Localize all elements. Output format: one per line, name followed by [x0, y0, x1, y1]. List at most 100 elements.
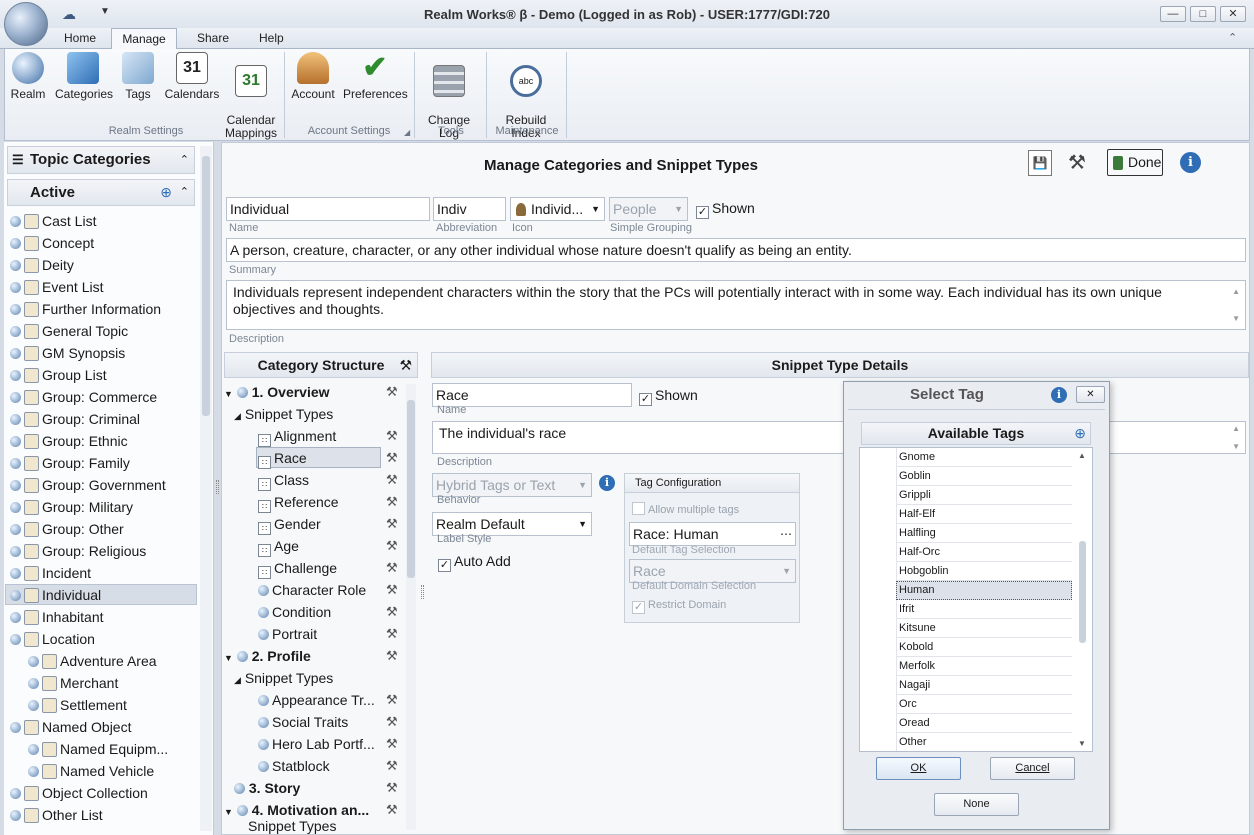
tools-icon[interactable]: ⚒ — [386, 428, 398, 444]
category-item[interactable]: Group List — [10, 364, 107, 386]
snippet-item[interactable]: ∷ Challenge — [258, 557, 337, 579]
snippet-item[interactable]: ∷ Age — [258, 535, 299, 557]
snippet-item[interactable]: Condition — [258, 601, 331, 623]
category-item[interactable]: Group: Commerce — [10, 386, 157, 408]
expand-arrow-icon[interactable]: ▼ — [224, 389, 233, 399]
scroll-up-icon[interactable]: ▲ — [1232, 424, 1240, 433]
tools-icon[interactable]: ⚒ — [386, 494, 398, 510]
tag-item[interactable]: Ifrit — [896, 600, 1072, 619]
expand-arrow-icon[interactable]: ▼ — [224, 807, 233, 817]
collapse-arrow-icon[interactable]: ◢ — [234, 675, 241, 685]
scrollbar-thumb[interactable] — [1079, 541, 1086, 643]
tools-icon[interactable]: ⚒ — [386, 582, 398, 598]
tools-icon[interactable]: ⚒ — [386, 736, 398, 752]
tag-item[interactable]: Grippli — [896, 486, 1072, 505]
snippet-item[interactable]: ∷ Gender — [258, 513, 321, 535]
change-log-button[interactable]: Change Log — [422, 52, 476, 140]
category-item[interactable]: Inhabitant — [10, 606, 104, 628]
add-circle-icon[interactable]: ⊕ — [160, 180, 172, 205]
auto-add-checkbox[interactable]: ✓ Auto Add — [438, 553, 511, 572]
shown-checkbox[interactable]: ✓ Shown — [696, 200, 755, 219]
tag-item[interactable]: Half-Elf — [896, 505, 1072, 524]
category-item[interactable]: Concept — [10, 232, 94, 254]
snippet-item[interactable]: Character Role — [258, 579, 366, 601]
category-item[interactable]: Further Information — [10, 298, 161, 320]
ellipsis-icon[interactable]: ⋯ — [780, 523, 792, 545]
category-item[interactable]: Event List — [10, 276, 103, 298]
ok-button[interactable]: OK — [876, 757, 961, 780]
minimize-icon[interactable]: — — [1160, 6, 1186, 22]
icon-select[interactable]: Individ... ▼ — [510, 197, 605, 221]
tag-item[interactable]: Orc — [896, 695, 1072, 714]
category-item[interactable]: Group: Ethnic — [10, 430, 128, 452]
scroll-up-icon[interactable]: ▲ — [1078, 451, 1086, 460]
tools-icon[interactable]: ⚒ — [386, 802, 398, 818]
section-item[interactable]: 3. Story — [234, 777, 300, 799]
scroll-up-icon[interactable]: ▲ — [1232, 283, 1240, 300]
category-item[interactable]: Other List — [10, 804, 103, 826]
collapse-arrow-icon[interactable]: ◢ — [234, 411, 241, 421]
dialog-launcher-icon[interactable]: ◢ — [404, 128, 410, 137]
calendars-button[interactable]: 31 Calendars — [164, 52, 220, 118]
snippet-item[interactable]: Hero Lab Portf... — [258, 733, 375, 755]
collapse-ribbon-icon[interactable]: ⌃ — [1228, 31, 1237, 44]
scroll-down-icon[interactable]: ▼ — [1232, 442, 1240, 451]
summary-input[interactable]: A person, creature, character, or any ot… — [226, 238, 1246, 262]
expand-arrow-icon[interactable]: ▼ — [224, 653, 233, 663]
tab-help[interactable]: Help — [259, 31, 284, 49]
tag-item[interactable]: Oread — [896, 714, 1072, 733]
snippet-item[interactable]: Social Traits — [258, 711, 348, 733]
snippet-description-textarea-end[interactable]: ▲ ▼ — [1110, 421, 1246, 454]
tag-list-scrollbar[interactable]: ▲ ▼ — [1075, 449, 1091, 750]
tag-item[interactable]: Nagaji — [896, 676, 1072, 695]
tools-icon[interactable]: ⚒ — [386, 516, 398, 532]
snippet-item[interactable]: ∷ Reference — [258, 491, 339, 513]
realm-button[interactable]: Realm — [8, 52, 48, 118]
maximize-icon[interactable]: □ — [1190, 6, 1216, 22]
tools-icon[interactable]: ⚒ — [386, 538, 398, 554]
tools-icon[interactable]: ⚒ — [386, 560, 398, 576]
snippet-item[interactable]: ∷ Alignment — [258, 425, 336, 447]
section-item[interactable]: ▼ 2. Profile — [224, 645, 311, 667]
category-item[interactable]: Group: Military — [10, 496, 133, 518]
tag-item[interactable]: Hobgoblin — [896, 562, 1072, 581]
splitter-handle[interactable] — [216, 480, 219, 494]
categories-button[interactable]: Categories — [55, 52, 113, 118]
name-input[interactable]: Individual — [226, 197, 430, 221]
info-icon[interactable]: i — [1180, 152, 1201, 173]
tools-icon[interactable]: ⚒ — [386, 626, 398, 642]
tools-icon[interactable]: ⚒ — [386, 472, 398, 488]
chevron-up-icon[interactable]: ⌃ — [180, 147, 189, 173]
rebuild-index-button[interactable]: abc Rebuild Index — [496, 52, 556, 140]
structure-scrollbar[interactable] — [406, 384, 416, 830]
tools-icon[interactable]: ⚒ — [386, 714, 398, 730]
tools-icon[interactable]: ⚒ — [386, 450, 398, 466]
tools-icon[interactable]: ⚒ — [386, 384, 398, 400]
category-item[interactable]: Group: Religious — [10, 540, 146, 562]
account-button[interactable]: Account — [290, 52, 336, 118]
tools-icon[interactable]: ⚒ — [399, 353, 412, 377]
category-item-selected[interactable]: Individual — [10, 584, 101, 606]
app-menu-orb[interactable] — [4, 2, 48, 46]
tag-item[interactable]: Half-Orc — [896, 543, 1072, 562]
category-item[interactable]: Settlement — [28, 694, 127, 716]
tools-icon[interactable]: ⚒ — [386, 758, 398, 774]
snippet-item[interactable]: Appearance Tr... — [258, 689, 375, 711]
none-button[interactable]: None — [934, 793, 1019, 816]
tab-home[interactable]: Home — [64, 31, 96, 49]
description-textarea[interactable]: Individuals represent independent charac… — [226, 280, 1246, 330]
category-item[interactable]: Deity — [10, 254, 74, 276]
snippet-description-textarea[interactable]: The individual's race — [432, 421, 844, 454]
tag-item-selected[interactable]: Human — [896, 581, 1072, 600]
calendar-mappings-button[interactable]: 31 Calendar Mappings — [222, 52, 280, 140]
tab-share[interactable]: Share — [197, 31, 229, 49]
tag-item[interactable]: Other — [896, 733, 1072, 752]
tools-icon[interactable]: ⚒ — [1068, 150, 1086, 175]
category-item[interactable]: Group: Criminal — [10, 408, 140, 430]
category-item[interactable]: Incident — [10, 562, 91, 584]
category-item[interactable]: Location — [10, 628, 95, 650]
snippet-item[interactable]: Statblock — [258, 755, 330, 777]
tag-item[interactable]: Merfolk — [896, 657, 1072, 676]
snippet-types-group[interactable]: ◢ Snippet Types — [234, 667, 333, 689]
done-button[interactable]: Done — [1107, 149, 1163, 176]
